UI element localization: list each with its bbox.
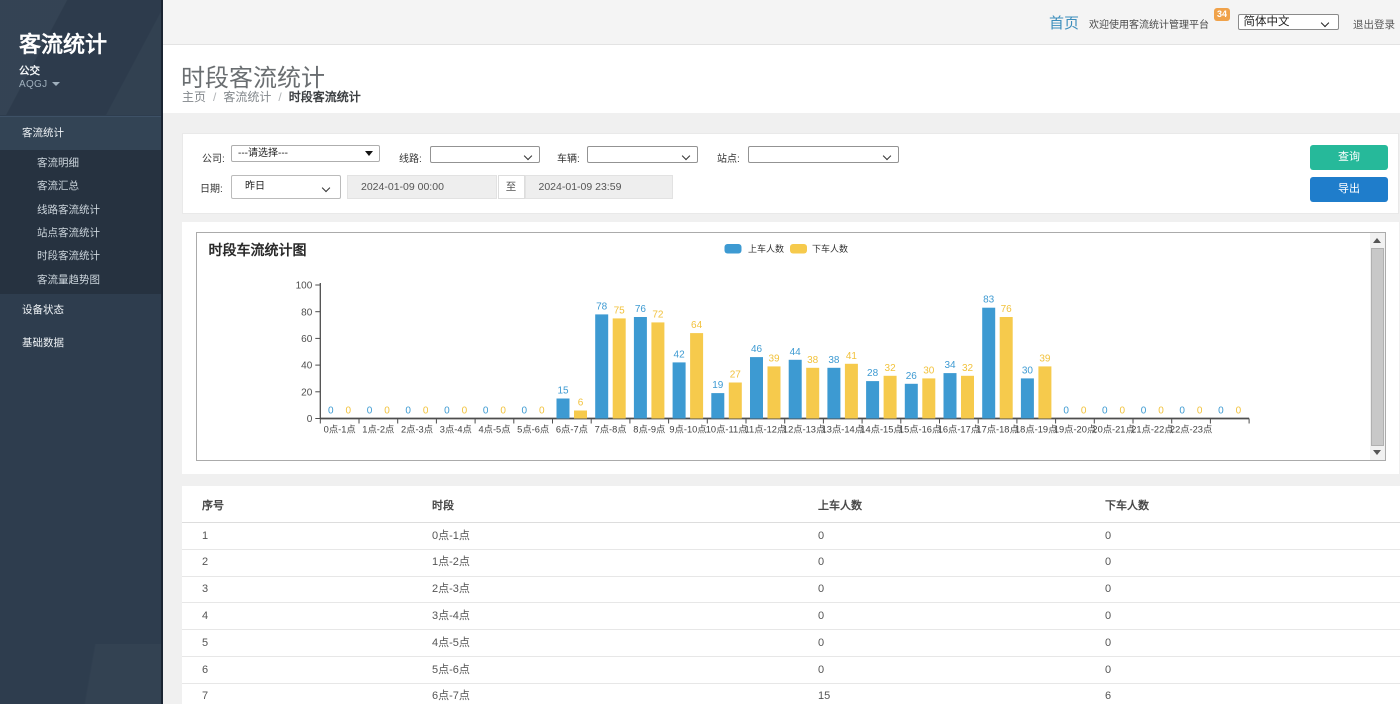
svg-text:26: 26 [906,371,918,382]
svg-text:75: 75 [614,305,626,316]
svg-text:下车人数: 下车人数 [812,243,848,254]
svg-text:39: 39 [1039,353,1051,364]
svg-text:22点-23点: 22点-23点 [1170,425,1212,435]
svg-text:上车人数: 上车人数 [748,243,784,254]
svg-text:0: 0 [462,406,468,417]
svg-text:30: 30 [1022,365,1034,376]
svg-text:39: 39 [768,353,780,364]
svg-text:7点-8点: 7点-8点 [595,425,627,435]
svg-text:0: 0 [500,406,506,417]
svg-text:20: 20 [301,387,313,398]
svg-text:16点-17点: 16点-17点 [938,425,980,435]
svg-text:19: 19 [712,380,724,391]
svg-text:0: 0 [1063,406,1069,417]
svg-text:20点-21点: 20点-21点 [1092,425,1134,435]
svg-text:41: 41 [846,351,858,362]
svg-text:17点-18点: 17点-18点 [976,425,1018,435]
svg-text:1点-2点: 1点-2点 [362,425,394,435]
svg-text:15点-16点: 15点-16点 [899,425,941,435]
svg-text:32: 32 [885,363,897,374]
svg-text:76: 76 [1001,304,1013,315]
svg-text:60: 60 [301,334,313,345]
svg-text:8点-9点: 8点-9点 [633,425,665,435]
svg-text:11点-12点: 11点-12点 [745,425,787,435]
svg-text:0: 0 [1158,406,1164,417]
svg-text:76: 76 [635,304,647,315]
svg-text:10点-11点: 10点-11点 [706,425,748,435]
svg-text:100: 100 [296,281,313,292]
svg-text:80: 80 [301,307,313,318]
svg-text:21点-22点: 21点-22点 [1131,425,1173,435]
svg-text:0: 0 [1179,406,1185,417]
svg-text:40: 40 [301,361,313,372]
svg-text:0: 0 [483,406,489,417]
svg-text:72: 72 [652,309,664,320]
svg-text:42: 42 [674,349,686,360]
svg-text:0: 0 [1120,406,1126,417]
svg-text:12点-13点: 12点-13点 [783,425,825,435]
svg-text:6点-7点: 6点-7点 [556,425,588,435]
svg-text:0: 0 [328,406,334,417]
svg-text:0: 0 [522,406,528,417]
svg-text:4点-5点: 4点-5点 [478,425,510,435]
svg-text:0: 0 [444,406,450,417]
svg-text:0: 0 [539,406,545,417]
svg-text:0: 0 [1236,406,1242,417]
svg-text:9点-10点: 9点-10点 [669,425,706,435]
svg-text:0: 0 [1081,406,1087,417]
svg-text:13点-14点: 13点-14点 [822,425,864,435]
svg-text:18点-19点: 18点-19点 [1015,425,1057,435]
svg-text:0: 0 [423,406,429,417]
svg-text:2点-3点: 2点-3点 [401,425,433,435]
svg-text:0: 0 [405,406,411,417]
svg-text:46: 46 [751,344,763,355]
svg-text:0: 0 [384,406,390,417]
svg-text:0: 0 [1102,406,1108,417]
svg-text:14点-15点: 14点-15点 [860,425,902,435]
svg-text:30: 30 [923,365,935,376]
svg-text:27: 27 [730,370,742,381]
svg-text:3点-4点: 3点-4点 [440,425,472,435]
svg-text:34: 34 [944,360,956,371]
svg-text:83: 83 [983,295,995,306]
svg-text:78: 78 [596,301,608,312]
svg-text:0: 0 [367,406,373,417]
svg-text:38: 38 [807,355,819,366]
svg-text:0: 0 [307,414,313,425]
svg-text:0: 0 [1141,406,1147,417]
svg-text:5点-6点: 5点-6点 [517,425,549,435]
svg-text:0: 0 [1218,406,1224,417]
svg-text:44: 44 [790,347,802,358]
svg-text:15: 15 [557,386,569,397]
svg-text:0: 0 [1197,406,1203,417]
svg-text:0点-1点: 0点-1点 [324,425,356,435]
svg-text:28: 28 [867,368,879,379]
svg-text:19点-20点: 19点-20点 [1054,425,1096,435]
svg-text:6: 6 [578,398,584,409]
svg-text:32: 32 [962,363,974,374]
svg-text:64: 64 [691,320,703,331]
svg-text:0: 0 [346,406,352,417]
svg-text:38: 38 [828,355,840,366]
